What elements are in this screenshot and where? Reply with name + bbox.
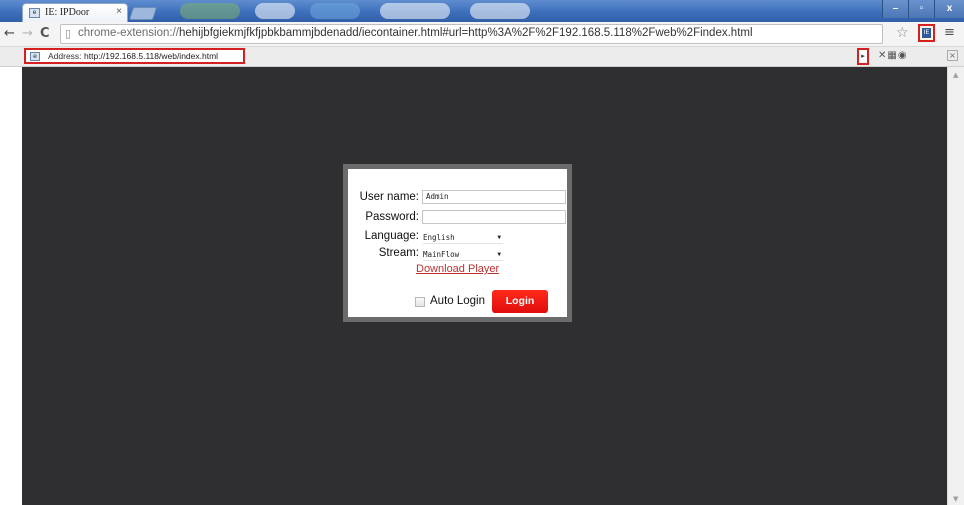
ie-tab-extension-icon: IE bbox=[922, 28, 931, 38]
page-icon: ▯ bbox=[65, 27, 72, 40]
reload-icon[interactable]: C bbox=[40, 25, 50, 43]
ie-tab-address-bar: e Address: http://192.168.5.118/web/inde… bbox=[0, 47, 964, 67]
language-value: English bbox=[423, 233, 455, 242]
stream-select[interactable]: MainFlow ▼ bbox=[423, 248, 503, 261]
omnibox-url[interactable]: chrome-extension://hehijbfgiekmjfkfjpbkb… bbox=[78, 27, 753, 39]
omnibox[interactable]: ▯ chrome-extension://hehijbfgiekmjfkfjpb… bbox=[60, 24, 883, 44]
window-maximize-button[interactable]: ▫ bbox=[908, 0, 934, 18]
language-select[interactable]: English ▼ bbox=[423, 231, 503, 244]
ie-tools-icon[interactable]: ✕▦◉ bbox=[878, 50, 908, 61]
tab-close-icon[interactable]: × bbox=[116, 6, 122, 17]
chevron-down-icon: ▼ bbox=[497, 251, 501, 258]
ie-page-icon: e bbox=[30, 52, 40, 61]
ie-tab-extension-button[interactable]: IE bbox=[918, 24, 935, 42]
download-player-link[interactable]: Download Player bbox=[416, 263, 499, 275]
url-scheme: chrome-extension:// bbox=[78, 27, 179, 39]
back-arrow-icon[interactable]: ← bbox=[4, 25, 15, 43]
url-path: hehijbfgiekmjfkfjpbkbammjbdenadd/ieconta… bbox=[179, 27, 753, 39]
window-minimize-button[interactable]: – bbox=[882, 0, 908, 18]
background-decoration bbox=[310, 3, 360, 19]
vertical-scrollbar[interactable]: ▲ ▼ bbox=[947, 67, 964, 505]
bookmark-star-icon[interactable]: ☆ bbox=[896, 25, 909, 41]
new-tab-button[interactable] bbox=[128, 7, 158, 20]
ie-favicon-icon: e bbox=[29, 8, 40, 18]
chevron-down-icon: ▼ bbox=[497, 234, 501, 241]
left-gutter bbox=[0, 67, 22, 505]
browser-tab[interactable]: e IE: IPDoor × bbox=[22, 3, 128, 22]
forward-arrow-icon[interactable]: → bbox=[22, 25, 33, 43]
menu-icon[interactable]: ≡ bbox=[944, 25, 955, 41]
password-input[interactable] bbox=[422, 210, 566, 224]
login-dialog-frame: User name: Admin Password: Language: Eng… bbox=[343, 164, 572, 322]
tab-title: IE: IPDoor bbox=[45, 7, 90, 18]
background-decoration bbox=[470, 3, 530, 19]
username-input[interactable]: Admin bbox=[422, 190, 566, 204]
scroll-up-icon[interactable]: ▲ bbox=[953, 71, 958, 79]
window-close-button[interactable]: x bbox=[934, 0, 964, 18]
ie-address-value[interactable]: http://192.168.5.118/web/index.html bbox=[84, 51, 218, 61]
ie-address-label: Address: bbox=[48, 51, 82, 61]
stream-label: Stream: bbox=[378, 247, 419, 259]
scroll-down-icon[interactable]: ▼ bbox=[953, 495, 958, 503]
login-dialog: User name: Admin Password: Language: Eng… bbox=[348, 169, 567, 317]
login-button[interactable]: Login bbox=[492, 290, 548, 313]
password-label: Password: bbox=[365, 211, 419, 223]
username-label: User name: bbox=[359, 191, 419, 203]
background-decoration bbox=[255, 3, 295, 19]
ie-go-button[interactable]: ▸ bbox=[857, 48, 869, 65]
browser-toolbar: ← → C ▯ chrome-extension://hehijbfgiekmj… bbox=[0, 22, 964, 47]
auto-login-label[interactable]: Auto Login bbox=[430, 295, 485, 307]
language-label: Language: bbox=[364, 230, 419, 242]
background-decoration bbox=[380, 3, 450, 19]
window-titlebar: e IE: IPDoor × – ▫ x bbox=[0, 0, 964, 22]
stream-value: MainFlow bbox=[423, 250, 460, 259]
background-decoration bbox=[180, 3, 240, 19]
ie-address-field[interactable]: e Address: http://192.168.5.118/web/inde… bbox=[24, 48, 245, 64]
ie-bar-close-icon[interactable]: × bbox=[947, 50, 958, 61]
auto-login-checkbox[interactable] bbox=[415, 297, 425, 307]
